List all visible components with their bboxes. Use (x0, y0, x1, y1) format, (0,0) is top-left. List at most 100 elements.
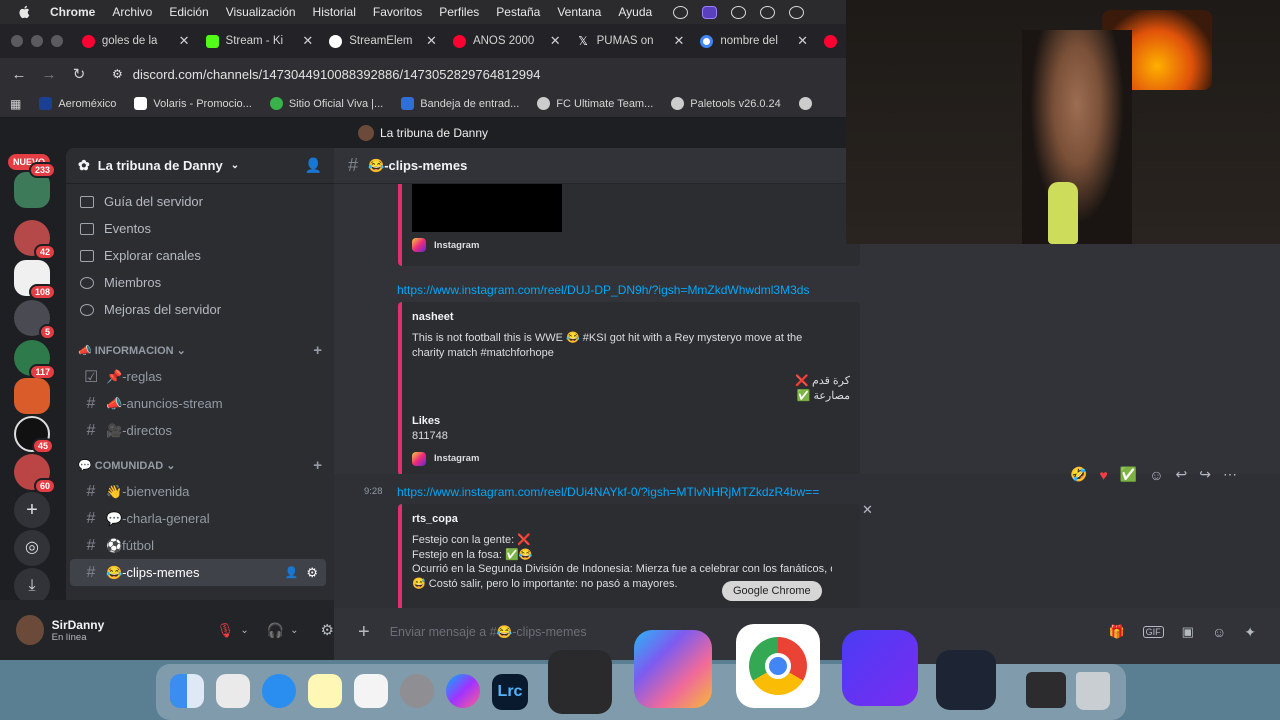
status-icon[interactable] (760, 5, 776, 19)
zoom-window-button[interactable] (51, 35, 63, 47)
apple-icon[interactable] (18, 5, 30, 19)
calculator-icon[interactable] (548, 650, 612, 714)
discover-icon[interactable]: ◎ (14, 530, 50, 566)
finder-icon[interactable] (170, 674, 204, 708)
gif-icon[interactable]: GIF (1142, 626, 1164, 638)
browser-tab[interactable]: goles de la ✕ (74, 27, 198, 55)
embed-author[interactable]: rts_copa (412, 513, 850, 525)
chrome-icon[interactable] (736, 624, 820, 708)
chevron-down-icon[interactable]: ⌄ (240, 625, 248, 636)
settings-icon[interactable] (400, 674, 434, 708)
nav-events[interactable]: Eventos (66, 215, 334, 242)
channel-anuncios[interactable]: # 📣-anuncios-stream (70, 390, 326, 417)
nav-server-boost[interactable]: Mejoras del servidor (66, 296, 334, 323)
browser-tab[interactable]: Stream - Ki ✕ (198, 27, 322, 55)
download-icon[interactable]: ⤓ (14, 568, 50, 604)
bookmark-item[interactable]: Aeroméxico (39, 97, 116, 110)
url-field[interactable]: ⚙ discord.com/channels/14730449100883928… (112, 67, 540, 82)
close-window-button[interactable] (11, 35, 23, 47)
server-icon[interactable]: 5 (14, 300, 56, 340)
back-icon[interactable]: ← (8, 66, 30, 83)
server-icon[interactable]: 117 (14, 340, 56, 380)
launcher-icon[interactable] (842, 630, 918, 706)
gift-icon[interactable]: 🎁 (1108, 624, 1124, 640)
channel-directos[interactable]: # 🎥-directos (70, 417, 326, 444)
mute-icon[interactable]: 🎙 (217, 622, 235, 639)
menu-historial[interactable]: Historial (313, 5, 356, 19)
user-settings-icon[interactable]: ⚙ (321, 621, 334, 639)
close-tab-icon[interactable]: ✕ (426, 33, 437, 49)
add-member-icon[interactable]: 👤 (285, 566, 299, 579)
add-attachment-icon[interactable]: + (358, 621, 370, 644)
chevron-down-icon[interactable]: ⌄ (290, 625, 298, 636)
bookmark-item[interactable]: Paletools v26.0.24 (671, 97, 781, 110)
server-header[interactable]: ✿ La tribuna de Danny ⌄ 👤 (66, 148, 334, 184)
add-channel-icon[interactable]: + (313, 457, 322, 474)
message-link[interactable]: https://www.instagram.com/reel/DUJ-DP_DN… (397, 283, 809, 297)
reaction-check-icon[interactable]: ✅ (1120, 466, 1137, 483)
more-icon[interactable]: ⋯ (1223, 466, 1237, 483)
copilot-icon[interactable] (634, 630, 712, 708)
invite-icon[interactable]: 👤 (305, 157, 322, 174)
add-server-icon[interactable]: + (14, 492, 50, 528)
close-tab-icon[interactable]: ✕ (797, 33, 808, 49)
close-tab-icon[interactable]: ✕ (550, 33, 561, 49)
reply-icon[interactable]: ↩ (1175, 466, 1187, 483)
notes-icon[interactable] (308, 674, 342, 708)
safari-icon[interactable] (262, 674, 296, 708)
browser-tab[interactable]: StreamElem ✕ (321, 27, 445, 55)
channel-bienvenida[interactable]: # 👋-bienvenida (70, 478, 326, 505)
lightroom-icon[interactable]: Lrc (492, 674, 528, 710)
category-informacion[interactable]: 📣 INFORMACION ⌄ + (66, 337, 334, 363)
browser-tab[interactable]: 𝕏 PUMAS on ✕ (569, 27, 693, 55)
add-channel-icon[interactable]: + (313, 342, 322, 359)
close-tab-icon[interactable]: ✕ (673, 33, 684, 49)
message-link[interactable]: https://www.instagram.com/reel/DUi4NAYkf… (397, 485, 819, 499)
freeform-icon[interactable] (354, 674, 388, 708)
forward-icon[interactable]: ↪ (1199, 466, 1211, 483)
menu-ventana[interactable]: Ventana (557, 5, 601, 19)
status-icon[interactable] (702, 5, 718, 19)
server-icon[interactable] (14, 378, 50, 414)
menu-favoritos[interactable]: Favoritos (373, 5, 422, 19)
menu-ayuda[interactable]: Ayuda (618, 5, 652, 19)
browser-tab[interactable]: nombre del ✕ (692, 27, 816, 55)
channel-futbol[interactable]: # ⚽fútbol (70, 532, 326, 559)
channel-clips-memes[interactable]: # 😂-clips-memes 👤 ⚙ (70, 559, 326, 586)
headphones-icon[interactable]: 🎧 (267, 622, 284, 639)
site-settings-icon[interactable]: ⚙ (112, 67, 123, 81)
nav-members[interactable]: Miembros (66, 269, 334, 296)
nav-browse-channels[interactable]: Explorar canales (66, 242, 334, 269)
server-icon[interactable]: 42 (14, 220, 56, 260)
server-icon[interactable]: 108 (14, 260, 56, 300)
obs-icon[interactable] (936, 650, 996, 710)
menu-pestana[interactable]: Pestaña (496, 5, 540, 19)
embed-video-thumbnail[interactable] (412, 184, 562, 232)
gear-icon[interactable]: ⚙ (306, 565, 318, 581)
trash-icon[interactable] (1076, 672, 1110, 710)
reaction-heart-icon[interactable]: ♥ (1099, 467, 1107, 483)
forward-icon[interactable]: → (38, 66, 60, 83)
remove-embed-icon[interactable]: ✕ (862, 502, 873, 518)
menu-visualizacion[interactable]: Visualización (226, 5, 296, 19)
browser-tab[interactable] (816, 27, 846, 55)
menu-archivo[interactable]: Archivo (112, 5, 152, 19)
bookmark-item[interactable]: FC Ultimate Team... (537, 97, 653, 110)
close-tab-icon[interactable]: ✕ (179, 33, 190, 49)
emoji-icon[interactable]: ☺ (1212, 624, 1226, 640)
bookmark-item[interactable]: Volaris - Promocio... (134, 97, 252, 110)
menu-perfiles[interactable]: Perfiles (439, 5, 479, 19)
channel-charla-general[interactable]: # 💬-charla-general (70, 505, 326, 532)
browser-tab[interactable]: AÑOS 2000 ✕ (445, 27, 569, 55)
avatar[interactable] (16, 615, 44, 645)
messenger-icon[interactable] (446, 674, 480, 708)
menu-app-name[interactable]: Chrome (50, 5, 95, 19)
server-icon[interactable]: 233 (14, 162, 56, 208)
add-reaction-icon[interactable]: ☺ (1149, 467, 1163, 483)
nav-server-guide[interactable]: Guía del servidor (66, 188, 334, 215)
status-icon[interactable] (673, 5, 689, 19)
embed-author[interactable]: nasheet (412, 311, 850, 323)
bookmark-item[interactable]: Sitio Oficial Viva |... (269, 97, 383, 110)
channel-reglas[interactable]: ☑ 📌-reglas (70, 363, 326, 390)
apps-icon[interactable]: ✦ (1244, 624, 1256, 641)
